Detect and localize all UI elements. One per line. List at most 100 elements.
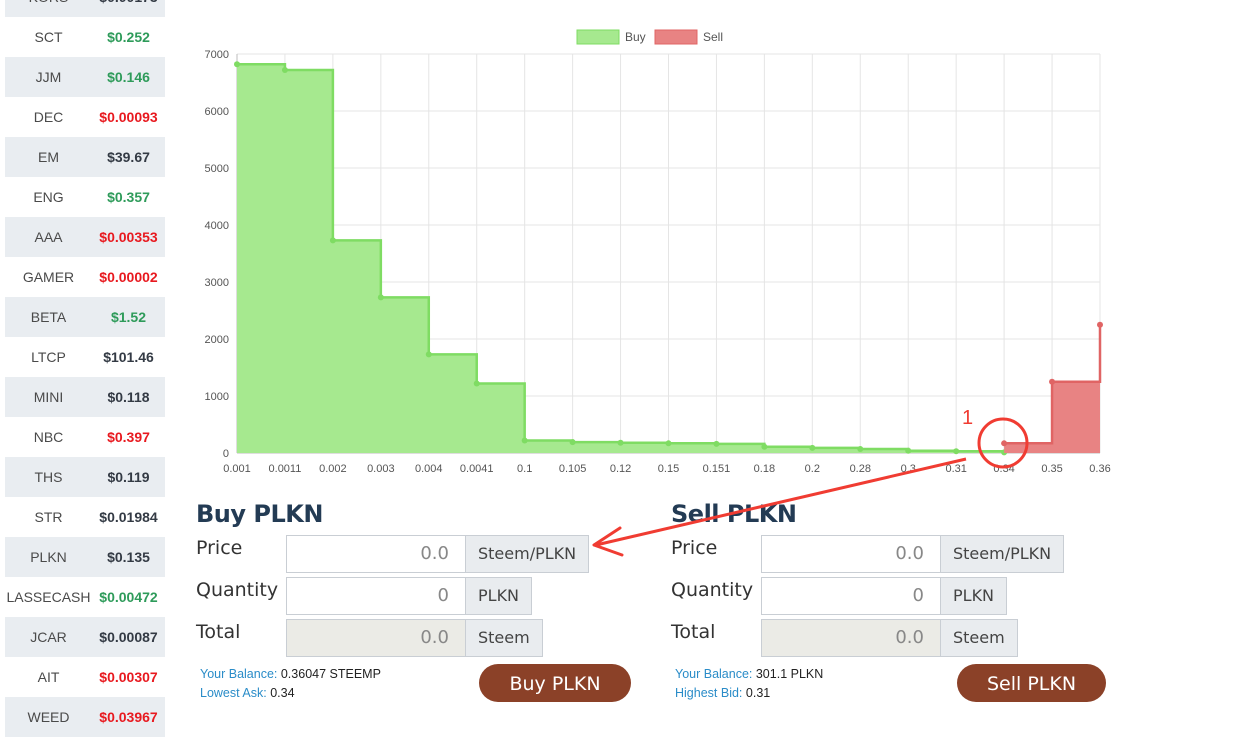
token-symbol: ENG [33,189,64,205]
token-row-ths[interactable]: THS $0.119 [5,457,165,497]
sell-title: Sell PLKN [671,500,797,528]
token-row-str[interactable]: STR $0.01984 [5,497,165,537]
token-row-eng[interactable]: ENG $0.357 [5,177,165,217]
sell-price-input[interactable]: 0.0 [761,535,941,573]
token-row-kors[interactable]: KORS$0.00173 [5,0,165,17]
token-row-lassecash[interactable]: LASSECASH $0.00472 [5,577,165,617]
sell-total-label: Total [671,621,716,643]
x-tick-label: 0.28 [850,463,871,475]
token-row-em[interactable]: EM $39.67 [5,137,165,177]
token-symbol: BETA [30,309,67,325]
x-tick-label: 0.31 [945,463,966,475]
buy-quantity-unit: PLKN [465,577,533,615]
token-price: $0.119 [107,469,150,485]
buy-quantity-input[interactable]: 0 [286,577,466,615]
sell-balance-label: Your Balance: [675,667,753,681]
buy-balance-label: Your Balance: [200,667,278,681]
token-symbol: STR [34,509,63,525]
token-price: $0.146 [107,69,150,85]
legend-swatch-sell [654,29,698,45]
sell-price-unit: Steem/PLKN [940,535,1065,573]
token-price: $0.03967 [99,709,158,725]
data-point-buy [617,439,624,446]
token-row-ltcp[interactable]: LTCP $101.46 [5,337,165,377]
token-symbol: JCAR [30,629,67,645]
token-row-jjm[interactable]: JJM $0.146 [5,57,165,97]
token-symbol: AIT [37,669,60,685]
data-point-buy [761,443,768,450]
data-point-buy [329,237,336,244]
sell-quantity-input[interactable]: 0 [761,577,941,615]
token-row-aaa[interactable]: AAA $0.00353 [5,217,165,257]
annotation-arrow-head [592,526,624,557]
x-tick-label: 0.12 [610,463,631,475]
y-tick-label: 4000 [205,220,229,232]
token-row-plkn[interactable]: PLKN $0.135 [5,537,165,577]
y-tick-label: 5000 [205,163,229,175]
token-row-beta[interactable]: BETA $1.52 [5,297,165,337]
token-price: $0.00353 [99,229,158,245]
data-point-buy [234,61,240,68]
x-tick-label: 0.1 [517,463,532,475]
token-symbol: AAA [34,229,63,245]
sell-price-label: Price [671,537,718,559]
buy-title: Buy PLKN [196,500,323,528]
highest-bid-label: Highest Bid: [675,686,743,700]
data-point-buy [425,351,432,358]
x-tick-label: 0.002 [319,463,347,475]
token-row-ait[interactable]: AIT $0.00307 [5,657,165,697]
token-row-dec[interactable]: DEC $0.00093 [5,97,165,137]
data-point-buy [713,440,720,447]
token-price: $101.46 [103,349,154,365]
sell-button[interactable]: Sell PLKN [957,664,1106,702]
legend-swatch-buy [576,29,620,45]
data-point-buy [857,446,864,453]
token-row-gamer[interactable]: GAMER $0.00002 [5,257,165,297]
data-point-sell [1049,378,1056,385]
buy-button[interactable]: Buy PLKN [479,664,631,702]
buy-price-input[interactable]: 0.0 [286,535,466,573]
lowest-ask-value: 0.34 [270,686,295,700]
highest-bid-value: 0.31 [745,686,771,700]
y-tick-label: 0 [223,448,229,460]
buy-price-unit: Steem/PLKN [465,535,590,573]
token-price: $0.00087 [99,629,158,645]
token-row-sct[interactable]: SCT $0.252 [5,17,165,57]
data-point-buy [809,444,816,451]
data-point-buy [473,380,480,387]
sell-quantity-label: Quantity [671,579,754,601]
depth-chart-svg: 0 1000 2000 3000 4000 5000 6000 7000 0.001 0.0011… [205,29,1111,475]
token-symbol: LTCP [31,349,66,365]
token-row-nbc[interactable]: NBC $0.397 [5,417,165,457]
token-symbol: DEC [33,109,64,125]
token-row-weed[interactable]: WEED $0.03967 [5,697,165,737]
lowest-ask-label: Lowest Ask: [200,686,267,700]
token-row-jcar[interactable]: JCAR $0.00087 [5,617,165,657]
token-price: $0.357 [107,189,150,205]
x-tick-label: 0.3 [901,463,916,475]
sell-total-unit: Steem [940,619,1018,657]
buy-total-field: 0.0 [286,619,466,657]
legend-label-buy: Buy [625,30,646,44]
x-tick-label: 0.36 [1089,463,1110,475]
token-price: $0.00173 [92,0,165,5]
token-symbol: SCT [34,29,63,45]
token-row-mini[interactable]: MINI $0.118 [5,377,165,417]
y-tick-label: 2000 [205,334,229,346]
y-tick-label: 1000 [205,391,229,403]
y-tick-label: 3000 [205,277,229,289]
token-symbol: GAMER [22,269,75,285]
token-price: $0.00472 [99,589,158,605]
token-symbol: JJM [35,69,62,85]
sell-balance-value: 301.1 PLKN [755,667,824,681]
token-symbol: WEED [27,709,70,725]
buy-balance-info: Your Balance: 0.36047 STEEMP Lowest Ask:… [200,665,381,703]
token-price: $0.01984 [99,509,158,525]
data-point-buy [521,437,528,444]
x-tick-label: 0.0011 [269,463,302,475]
x-tick-label: 0.105 [559,463,587,475]
token-symbol: PLKN [30,549,67,565]
token-price: $0.00002 [99,269,158,285]
token-price: $0.00307 [99,669,158,685]
data-point-buy [377,294,384,301]
